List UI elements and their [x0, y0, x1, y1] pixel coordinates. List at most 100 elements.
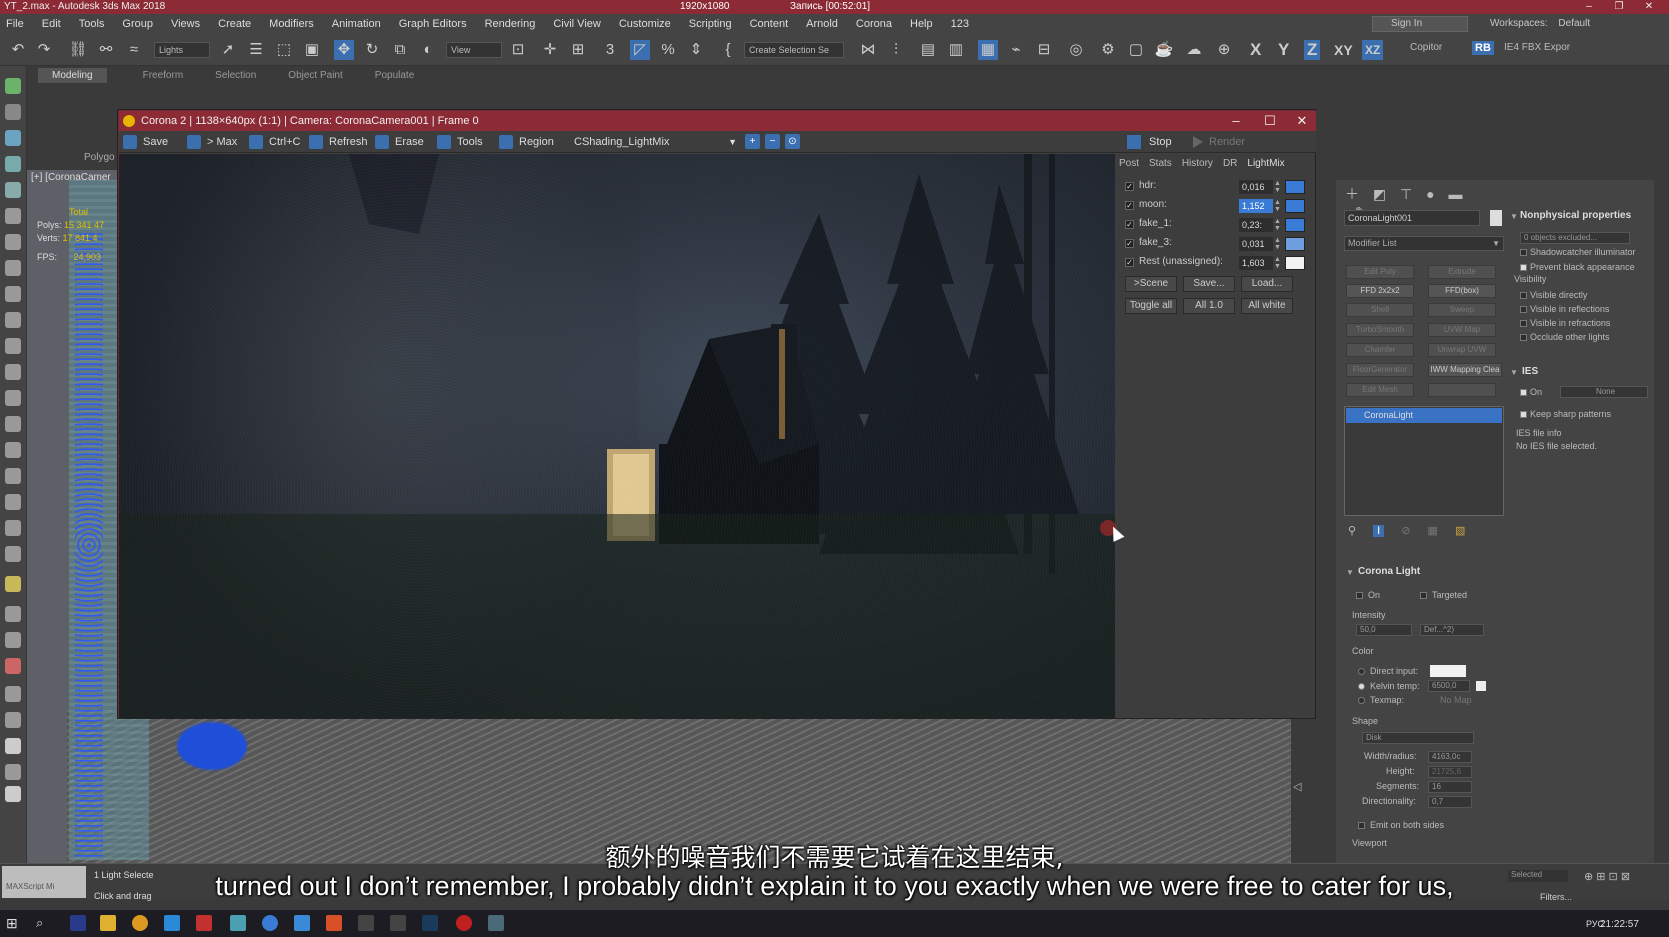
workspace-selector[interactable]: Workspaces: Default — [1490, 16, 1660, 32]
tree-icon[interactable] — [5, 390, 21, 406]
ies-rollout-title[interactable]: IES — [1522, 366, 1538, 377]
explorer-icon[interactable] — [100, 915, 116, 931]
lightmix-color-swatch[interactable] — [1285, 199, 1305, 213]
light-icon[interactable] — [5, 576, 21, 592]
modifier-button[interactable]: UVW Map — [1428, 323, 1496, 337]
menu-item[interactable]: Scripting — [689, 18, 732, 30]
lightmix-checkbox[interactable]: ✓ — [1125, 239, 1134, 248]
align-icon[interactable]: ⫶ — [886, 40, 906, 60]
sphere-icon[interactable] — [5, 104, 21, 120]
segments-field[interactable]: 16 — [1428, 781, 1472, 793]
axis-y-button[interactable]: Y — [1278, 40, 1289, 60]
vfb-region-button[interactable]: Region — [499, 134, 554, 150]
menu-item[interactable]: Create — [218, 18, 251, 30]
percent-snap-icon[interactable]: % — [658, 40, 678, 60]
vfb-maximize-icon[interactable]: ☐ — [1255, 111, 1285, 131]
direct-input-color-swatch[interactable] — [1430, 665, 1466, 677]
occlude-lights-checkbox[interactable] — [1520, 334, 1527, 341]
menu-item[interactable]: Edit — [42, 18, 61, 30]
vfb-to-max-button[interactable]: > Max — [187, 134, 237, 150]
tab-lightmix[interactable]: LightMix — [1247, 156, 1284, 172]
pc-icon[interactable] — [358, 915, 374, 931]
spinner-icon[interactable]: ▲ ▼ — [1274, 180, 1281, 194]
shadowcatcher-checkbox[interactable] — [1520, 249, 1527, 256]
hemisphere-icon[interactable] — [5, 712, 21, 728]
lightmix-color-swatch[interactable] — [1285, 180, 1305, 194]
cloud-icon[interactable] — [5, 468, 21, 484]
windows-start-icon[interactable]: ⊞ — [6, 915, 22, 931]
modifier-button[interactable]: FFD 2x2x2 — [1346, 284, 1414, 298]
object-color-swatch[interactable] — [1490, 210, 1502, 226]
bowl-icon[interactable] — [5, 764, 21, 780]
kelvin-temp-radio[interactable] — [1358, 683, 1365, 690]
orbit-icon[interactable] — [5, 260, 21, 276]
named-selection-dropdown[interactable]: Create Selection Se — [744, 42, 844, 58]
menu-item[interactable]: Help — [910, 18, 933, 30]
vfb-close-icon[interactable]: ✕ — [1287, 111, 1317, 131]
kelvin-temp-field[interactable]: 6500,0 — [1428, 680, 1470, 692]
lightmix-all-one-button[interactable]: All 1.0 — [1183, 298, 1235, 314]
panel-collapse-icon-lower[interactable]: ◁ — [1293, 780, 1301, 793]
menu-item[interactable]: Group — [122, 18, 153, 30]
close-icon[interactable]: ✕ — [1634, 0, 1664, 14]
pivot-center-icon[interactable]: ⊡ — [508, 40, 528, 60]
select-manipulate-icon[interactable]: ✛ — [540, 40, 560, 60]
skype-icon[interactable] — [294, 915, 310, 931]
spinner-icon[interactable]: ▲ ▼ — [1274, 256, 1281, 270]
create-tab-icon[interactable]: ＋ — [1345, 186, 1359, 202]
lightmix-value[interactable]: 0,016 — [1239, 180, 1273, 194]
show-end-result-icon[interactable]: I — [1373, 525, 1385, 537]
motion-tab-icon[interactable]: ● — [1426, 186, 1434, 202]
rendered-image[interactable] — [119, 154, 1115, 718]
modifier-button[interactable]: FFD(box) — [1428, 284, 1496, 298]
lock-icon[interactable] — [5, 234, 21, 250]
corona-frame-buffer-window[interactable]: Corona 2 | 1138×640px (1:1) | Camera: Co… — [118, 110, 1317, 718]
tab-dr[interactable]: DR — [1223, 156, 1237, 172]
lightmix-value[interactable]: 1,152 — [1239, 199, 1273, 213]
unreal-icon[interactable] — [390, 915, 406, 931]
excluded-objects-button[interactable]: 0 objects excluded... — [1520, 232, 1630, 244]
modifier-button[interactable]: TurboSmooth — [1346, 323, 1414, 337]
telegram-icon[interactable] — [164, 915, 180, 931]
image-icon[interactable] — [5, 494, 21, 510]
lightmix-scene-button[interactable]: >Scene — [1125, 276, 1177, 292]
render-in-cloud-icon[interactable]: ☁ — [1184, 40, 1204, 60]
zoom-out-icon[interactable]: − — [765, 134, 780, 149]
circle-icon[interactable] — [5, 738, 21, 754]
stack-item-coronalight[interactable]: CoronaLight — [1346, 408, 1502, 423]
remove-modifier-icon[interactable]: ▦ — [1428, 525, 1438, 537]
display-tab-icon[interactable]: ▬ — [1448, 186, 1462, 202]
lightmix-value[interactable]: 1,603 — [1239, 256, 1273, 270]
lightmix-row[interactable]: ✓ fake_3: 0,031 ▲ ▼ — [1125, 235, 1311, 253]
lightmix-value[interactable]: 0,031 — [1239, 237, 1273, 251]
spinner-snap-icon[interactable]: ⇕ — [686, 40, 706, 60]
axis-xz-button[interactable]: XZ — [1362, 40, 1384, 60]
zoom-in-icon[interactable]: + — [745, 134, 760, 149]
redo-icon[interactable]: ↷ — [34, 40, 54, 60]
lightmix-checkbox[interactable]: ✓ — [1125, 220, 1134, 229]
emit-both-sides-checkbox[interactable] — [1358, 822, 1365, 829]
shape-dropdown[interactable]: Disk — [1362, 732, 1474, 744]
vfb-copy-button[interactable]: Ctrl+C — [249, 134, 300, 150]
scene-icon[interactable] — [5, 338, 21, 354]
on-checkbox[interactable] — [1356, 592, 1363, 599]
ribbon-tab-populate[interactable]: Populate — [375, 70, 414, 81]
doc-icon[interactable] — [5, 520, 21, 536]
ribbon-tab-modeling[interactable]: Modeling — [38, 67, 107, 83]
ribbon-tab-freeform[interactable]: Freeform — [143, 70, 184, 81]
record-icon[interactable] — [456, 915, 472, 931]
modifier-button[interactable]: IWW Mapping Clea — [1428, 363, 1502, 377]
lightmix-checkbox[interactable]: ✓ — [1125, 201, 1134, 210]
search-icon[interactable]: ⌕ — [36, 915, 52, 931]
lightmix-row[interactable]: ✓ Rest (unassigned): 1,603 ▲ ▼ — [1125, 254, 1311, 272]
lightmix-row[interactable]: ✓ fake_1: 0,23: ▲ ▼ — [1125, 216, 1311, 234]
create-icon[interactable] — [5, 78, 21, 94]
bind-space-warp-icon[interactable]: ≈ — [124, 40, 144, 60]
ribbon-tab-selection[interactable]: Selection — [215, 70, 256, 81]
visible-refractions-checkbox[interactable] — [1520, 320, 1527, 327]
lightmix-value[interactable]: 0,23: — [1239, 218, 1273, 232]
selection-filter-dropdown[interactable]: Lights — [154, 42, 210, 58]
menu-item[interactable]: Modifiers — [269, 18, 314, 30]
menu-item[interactable]: Rendering — [485, 18, 536, 30]
lightmix-color-swatch[interactable] — [1285, 256, 1305, 270]
